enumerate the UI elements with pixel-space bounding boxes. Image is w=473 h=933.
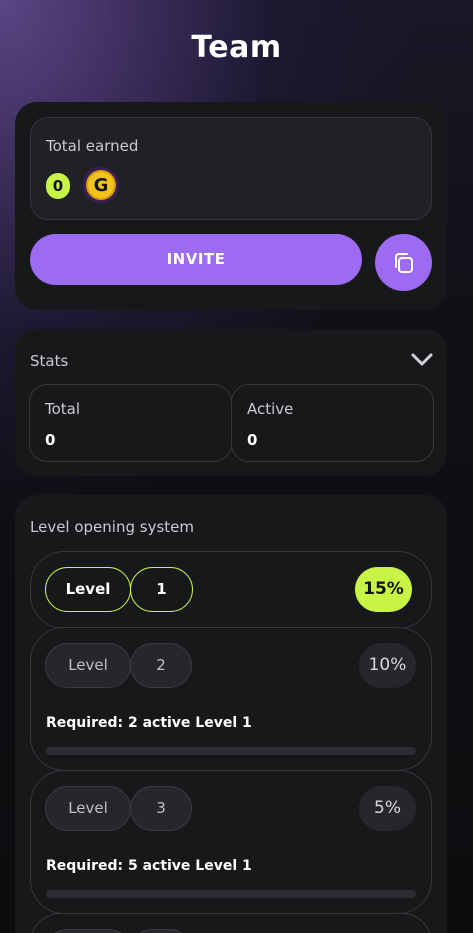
level-number-pill: 2 bbox=[130, 643, 192, 688]
coin-icon: G bbox=[83, 167, 119, 203]
page-title: Team bbox=[191, 30, 282, 65]
level-word-pill: Level bbox=[45, 786, 131, 831]
level-system-label: Level opening system bbox=[30, 518, 194, 536]
level-card-4[interactable] bbox=[30, 913, 432, 933]
level-word-pill: Level bbox=[45, 567, 131, 612]
copy-button[interactable] bbox=[375, 234, 432, 291]
stat-card-active: Active 0 bbox=[231, 384, 434, 462]
level-percent-badge: 10% bbox=[359, 643, 416, 688]
level-number-pill: 1 bbox=[130, 567, 193, 612]
earnings-panel: Total earned 0 G INVITE bbox=[15, 102, 447, 310]
stat-value: 0 bbox=[45, 431, 56, 449]
level-word-pill: Level bbox=[45, 643, 131, 688]
stat-card-total: Total 0 bbox=[29, 384, 232, 462]
stat-label: Total bbox=[45, 400, 81, 418]
level-card-3[interactable]: Level 3 5% Required: 5 active Level 1 bbox=[30, 770, 432, 914]
coin-letter: G bbox=[86, 170, 116, 200]
level-number-pill bbox=[130, 929, 192, 933]
level-progress-bar bbox=[46, 890, 416, 898]
stats-panel: Stats Total 0 Active 0 bbox=[15, 329, 447, 476]
level-number-pill: 3 bbox=[130, 786, 192, 831]
level-percent-badge: 5% bbox=[359, 786, 416, 831]
invite-button[interactable]: INVITE bbox=[30, 234, 362, 285]
total-earned-value: 0 bbox=[46, 173, 70, 199]
level-card-1[interactable]: Level 1 15% bbox=[30, 551, 432, 629]
total-earned-card: Total earned 0 G bbox=[30, 117, 432, 220]
level-requirement: Required: 5 active Level 1 bbox=[46, 858, 252, 874]
chevron-down-icon[interactable] bbox=[411, 353, 433, 367]
level-system-panel: Level opening system Level 1 15% Level 2… bbox=[15, 495, 447, 933]
copy-icon bbox=[394, 252, 413, 273]
level-progress-bar bbox=[46, 747, 416, 755]
stats-label: Stats bbox=[30, 352, 69, 370]
stat-value: 0 bbox=[247, 431, 258, 449]
level-card-2[interactable]: Level 2 10% Required: 2 active Level 1 bbox=[30, 627, 432, 771]
level-percent-badge: 15% bbox=[355, 567, 412, 612]
level-requirement: Required: 2 active Level 1 bbox=[46, 715, 252, 731]
total-earned-label: Total earned bbox=[46, 137, 139, 155]
stat-label: Active bbox=[247, 400, 294, 418]
level-word-pill bbox=[45, 929, 131, 933]
